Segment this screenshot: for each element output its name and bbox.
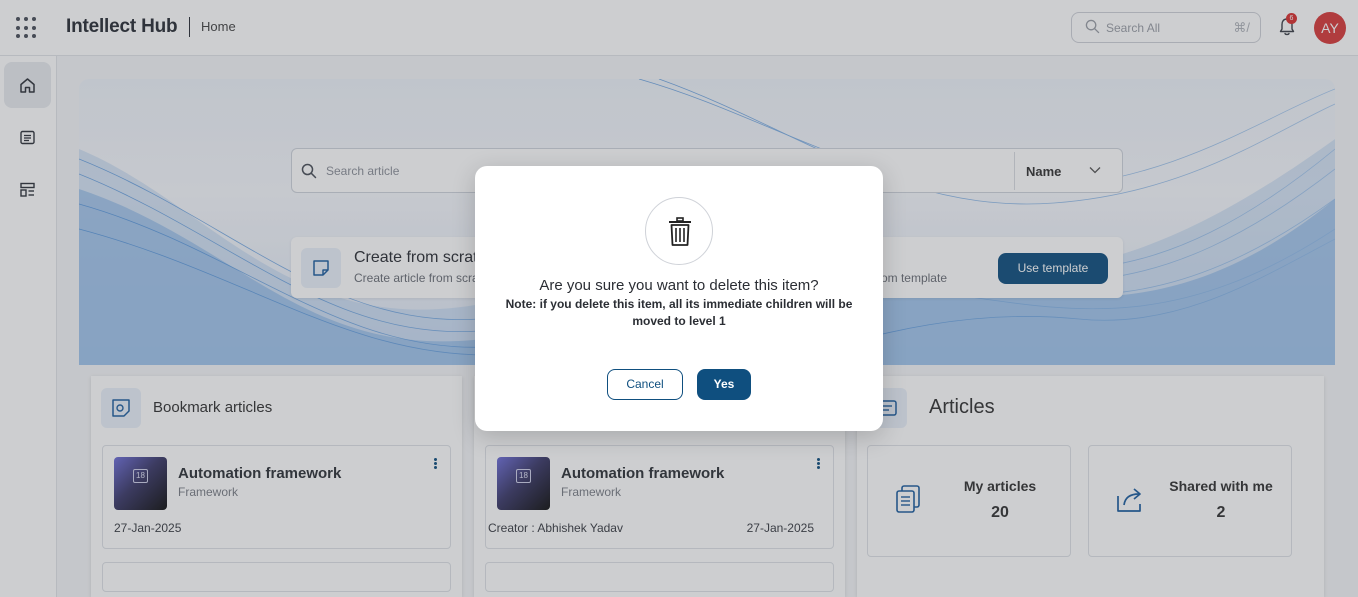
cancel-button[interactable]: Cancel [607, 369, 683, 400]
trash-icon [669, 217, 691, 246]
delete-icon-circle [645, 197, 713, 265]
confirm-delete-button[interactable]: Yes [697, 369, 751, 400]
dialog-note: Note: if you delete this item, all its i… [505, 297, 853, 328]
dialog-question: Are you sure you want to delete this ite… [539, 277, 819, 294]
delete-confirm-dialog: Are you sure you want to delete this ite… [475, 166, 883, 431]
